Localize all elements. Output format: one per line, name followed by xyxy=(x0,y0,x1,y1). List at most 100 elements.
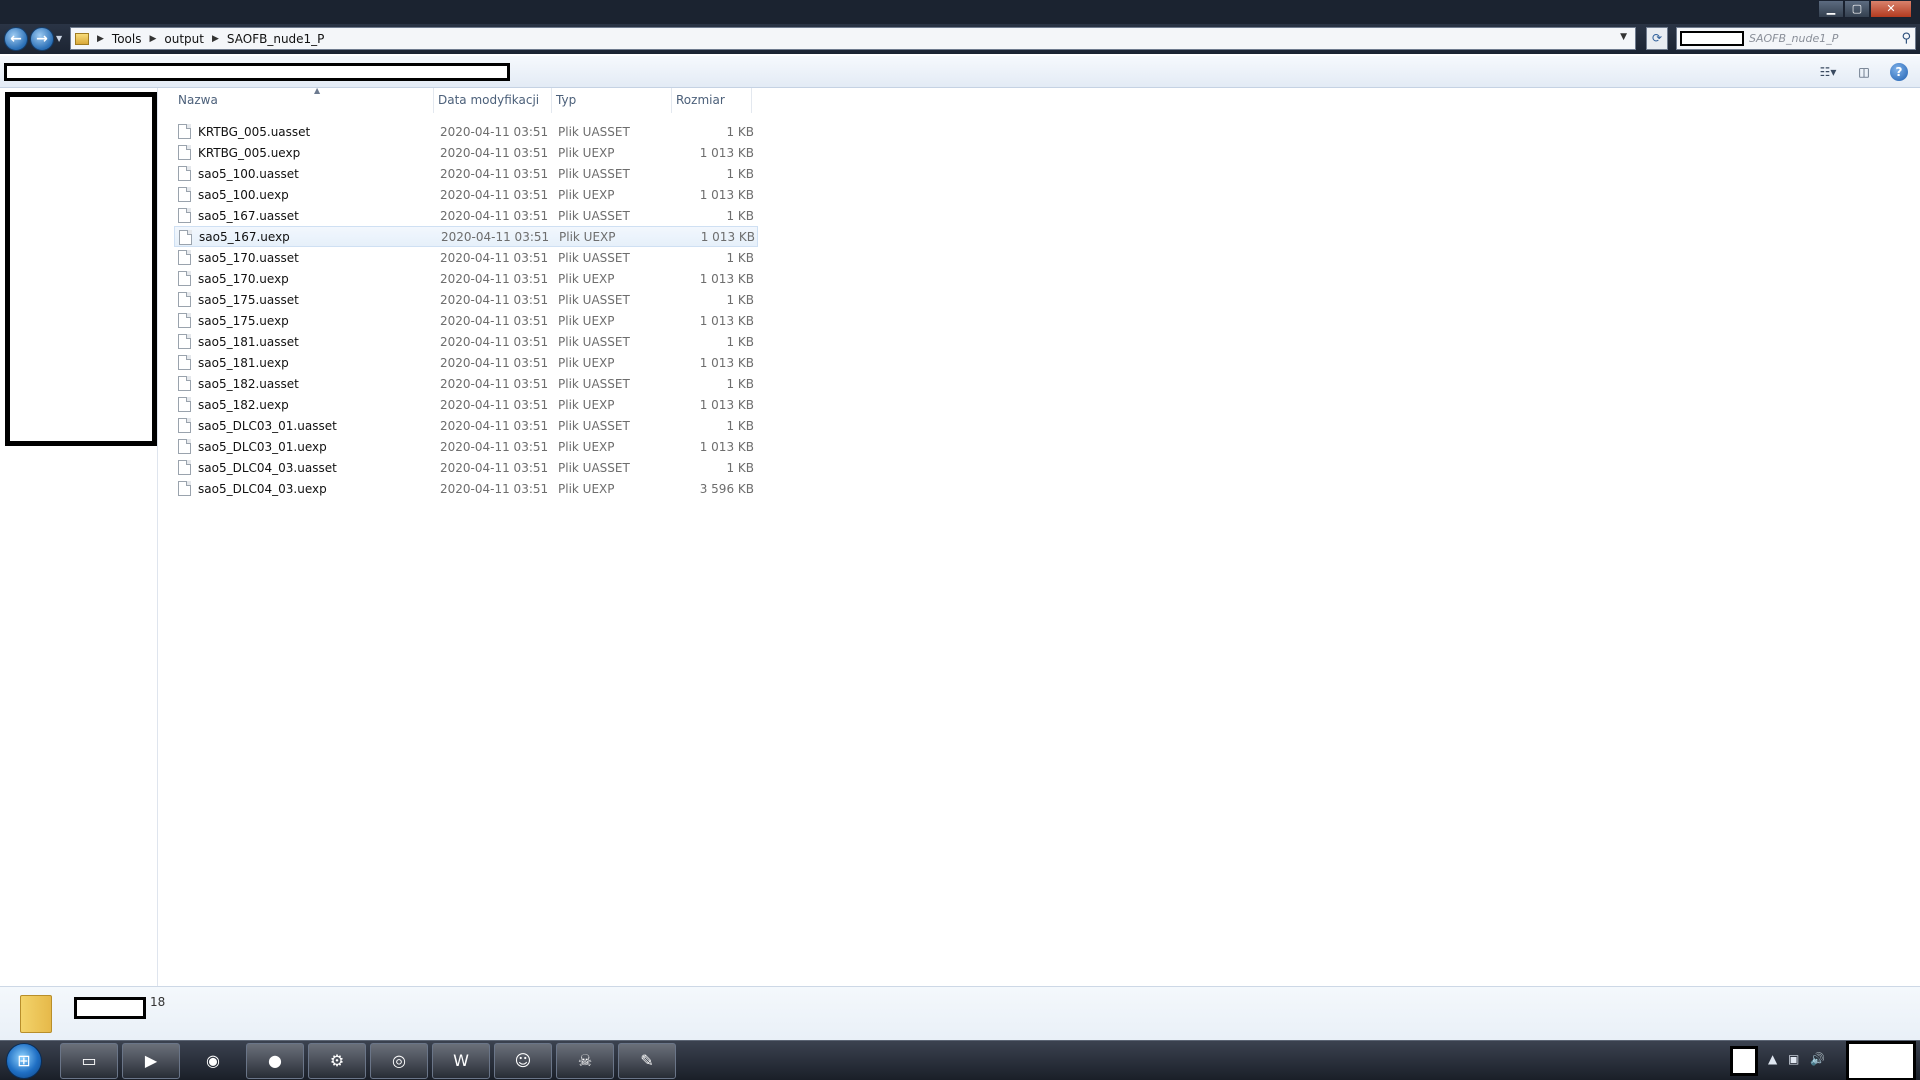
breadcrumb-item-output[interactable]: output xyxy=(164,32,204,46)
file-size: 1 KB xyxy=(726,292,754,307)
file-icon xyxy=(178,271,191,286)
toolbar-right-group: ☷▾ ◫ ? xyxy=(1818,63,1908,81)
back-button[interactable]: ← xyxy=(4,27,28,51)
search-icon[interactable]: ⚲ xyxy=(1901,31,1911,46)
details-pane: 18 xyxy=(0,986,1920,1040)
file-row[interactable]: sao5_181.uexp 2020-04-11 03:51 Plik UEXP 1 … xyxy=(174,352,758,373)
system-tray: ▲ ▣ 🔊 xyxy=(1700,1041,1920,1080)
file-row[interactable]: sao5_170.uexp 2020-04-11 03:51 Plik UEXP 1 … xyxy=(174,268,758,289)
chrome-icon[interactable]: ◉ xyxy=(184,1043,242,1079)
uplay-icon[interactable]: ◎ xyxy=(370,1043,428,1079)
file-name: sao5_100.uexp xyxy=(198,187,289,202)
file-row[interactable]: sao5_175.uexp 2020-04-11 03:51 Plik UEXP 1 … xyxy=(174,310,758,331)
file-size: 1 KB xyxy=(726,376,754,391)
file-size: 1 013 KB xyxy=(700,229,755,244)
file-type: Plik UEXP xyxy=(558,187,615,202)
redacted-region xyxy=(1680,31,1744,46)
start-button[interactable]: ⊞ xyxy=(6,1043,42,1079)
file-row[interactable]: sao5_DLC04_03.uasset 2020-04-11 03:51 Plik… xyxy=(174,457,758,478)
file-type: Plik UASSET xyxy=(558,460,630,475)
file-row[interactable]: sao5_100.uasset 2020-04-11 03:51 Plik UASS… xyxy=(174,163,758,184)
clock-redacted[interactable] xyxy=(1846,1041,1916,1080)
skull-app-icon[interactable]: ☠ xyxy=(556,1043,614,1079)
address-dropdown-icon[interactable]: ▼ xyxy=(1620,32,1627,42)
breadcrumb-separator-icon[interactable]: ▶ xyxy=(149,34,156,44)
file-list: Nazwa Data modyfikacji Typ Rozmiar ▲ KRT… xyxy=(158,86,1920,986)
file-row[interactable]: sao5_182.uexp 2020-04-11 03:51 Plik UEXP 1 … xyxy=(174,394,758,415)
file-icon xyxy=(178,418,191,433)
column-header-size[interactable]: Rozmiar xyxy=(672,88,752,113)
breadcrumb-separator-icon[interactable]: ▶ xyxy=(212,34,219,44)
search-placeholder: SAOFB_nude1_P xyxy=(1749,32,1839,45)
item-count: 18 xyxy=(150,995,166,1009)
minimize-button[interactable]: ▁ xyxy=(1818,0,1844,18)
file-date: 2020-04-11 03:51 xyxy=(440,334,549,349)
file-size: 1 KB xyxy=(726,250,754,265)
file-date: 2020-04-11 03:51 xyxy=(441,229,550,244)
column-header-type[interactable]: Typ xyxy=(552,88,672,113)
network-icon[interactable]: ▣ xyxy=(1788,1052,1799,1066)
file-type: Plik UEXP xyxy=(558,313,615,328)
word-icon[interactable]: W xyxy=(432,1043,490,1079)
file-size: 1 013 KB xyxy=(699,313,754,328)
file-row[interactable]: KRTBG_005.uexp 2020-04-11 03:51 Plik UEXP 1… xyxy=(174,142,758,163)
file-row[interactable]: sao5_170.uasset 2020-04-11 03:51 Plik UASS… xyxy=(174,247,758,268)
paint-icon[interactable]: ✎ xyxy=(618,1043,676,1079)
breadcrumb-item-current-folder[interactable]: SAOFB_nude1_P xyxy=(227,32,325,46)
file-date: 2020-04-11 03:51 xyxy=(440,166,549,181)
steam-icon[interactable]: ⚙ xyxy=(308,1043,366,1079)
help-icon[interactable]: ? xyxy=(1890,63,1908,81)
breadcrumb-separator-icon[interactable]: ▶ xyxy=(97,34,104,44)
file-date: 2020-04-11 03:51 xyxy=(440,124,549,139)
file-row[interactable]: sao5_DLC03_01.uexp 2020-04-11 03:51 Plik U… xyxy=(174,436,758,457)
breadcrumb-item-tools[interactable]: Tools xyxy=(112,32,142,46)
file-row[interactable]: KRTBG_005.uasset 2020-04-11 03:51 Plik UAS… xyxy=(174,121,758,142)
volume-icon[interactable]: 🔊 xyxy=(1810,1052,1825,1066)
search-input[interactable]: SAOFB_nude1_P ⚲ xyxy=(1676,27,1916,50)
file-name: sao5_182.uasset xyxy=(198,376,299,391)
view-options-icon[interactable]: ☷▾ xyxy=(1818,63,1838,81)
forward-button[interactable]: → xyxy=(30,27,54,51)
file-icon xyxy=(178,145,191,160)
file-icon xyxy=(178,292,191,307)
recent-pages-dropdown-icon[interactable]: ▼ xyxy=(56,34,62,43)
file-row[interactable]: sao5_182.uasset 2020-04-11 03:51 Plik UASS… xyxy=(174,373,758,394)
file-icon xyxy=(178,355,191,370)
file-icon xyxy=(178,166,191,181)
file-name: sao5_DLC03_01.uasset xyxy=(198,418,337,433)
show-hidden-icons-icon[interactable]: ▲ xyxy=(1768,1052,1777,1066)
column-header-name[interactable]: Nazwa xyxy=(174,88,434,113)
close-button[interactable]: ✕ xyxy=(1870,0,1912,18)
file-name: sao5_170.uexp xyxy=(198,271,289,286)
refresh-button[interactable]: ⟳ xyxy=(1646,27,1668,50)
file-row[interactable]: sao5_DLC03_01.uasset 2020-04-11 03:51 Plik… xyxy=(174,415,758,436)
file-icon xyxy=(179,230,192,245)
file-row[interactable]: sao5_100.uexp 2020-04-11 03:51 Plik UEXP 1 … xyxy=(174,184,758,205)
file-size: 1 013 KB xyxy=(699,271,754,286)
sort-ascending-icon: ▲ xyxy=(314,86,321,95)
file-date: 2020-04-11 03:51 xyxy=(440,187,549,202)
file-date: 2020-04-11 03:51 xyxy=(440,355,549,370)
file-type: Plik UASSET xyxy=(558,250,630,265)
red-app-icon[interactable]: ● xyxy=(246,1043,304,1079)
file-type: Plik UASSET xyxy=(558,292,630,307)
file-icon xyxy=(178,250,191,265)
command-toolbar: ☷▾ ◫ ? xyxy=(0,56,1920,88)
column-header-date[interactable]: Data modyfikacji xyxy=(434,88,552,113)
file-row[interactable]: sao5_175.uasset 2020-04-11 03:51 Plik UASS… xyxy=(174,289,758,310)
windows-explorer-icon[interactable]: ▭ xyxy=(60,1043,118,1079)
file-name: sao5_182.uexp xyxy=(198,397,289,412)
preview-pane-icon[interactable]: ◫ xyxy=(1854,63,1874,81)
file-row[interactable]: sao5_167.uexp 2020-04-11 03:51 Plik UEXP 1 … xyxy=(174,226,758,247)
address-bar[interactable]: ▶ Tools ▶ output ▶ SAOFB_nude1_P ▼ xyxy=(70,27,1636,50)
taskbar: ⊞ ▭ ▶ ◉ ● ⚙ ◎ W ☺ ☠ ✎ ▲ ▣ 🔊 xyxy=(0,1040,1920,1080)
file-row[interactable]: sao5_181.uasset 2020-04-11 03:51 Plik UASS… xyxy=(174,331,758,352)
file-row[interactable]: sao5_167.uasset 2020-04-11 03:51 Plik UASS… xyxy=(174,205,758,226)
file-size: 1 KB xyxy=(726,166,754,181)
file-type: Plik UASSET xyxy=(558,334,630,349)
file-row[interactable]: sao5_DLC04_03.uexp 2020-04-11 03:51 Plik U… xyxy=(174,478,758,499)
media-player-icon[interactable]: ▶ xyxy=(122,1043,180,1079)
maximize-button[interactable]: ▢ xyxy=(1844,0,1870,18)
file-size: 3 596 KB xyxy=(699,481,754,496)
discord-icon[interactable]: ☺ xyxy=(494,1043,552,1079)
